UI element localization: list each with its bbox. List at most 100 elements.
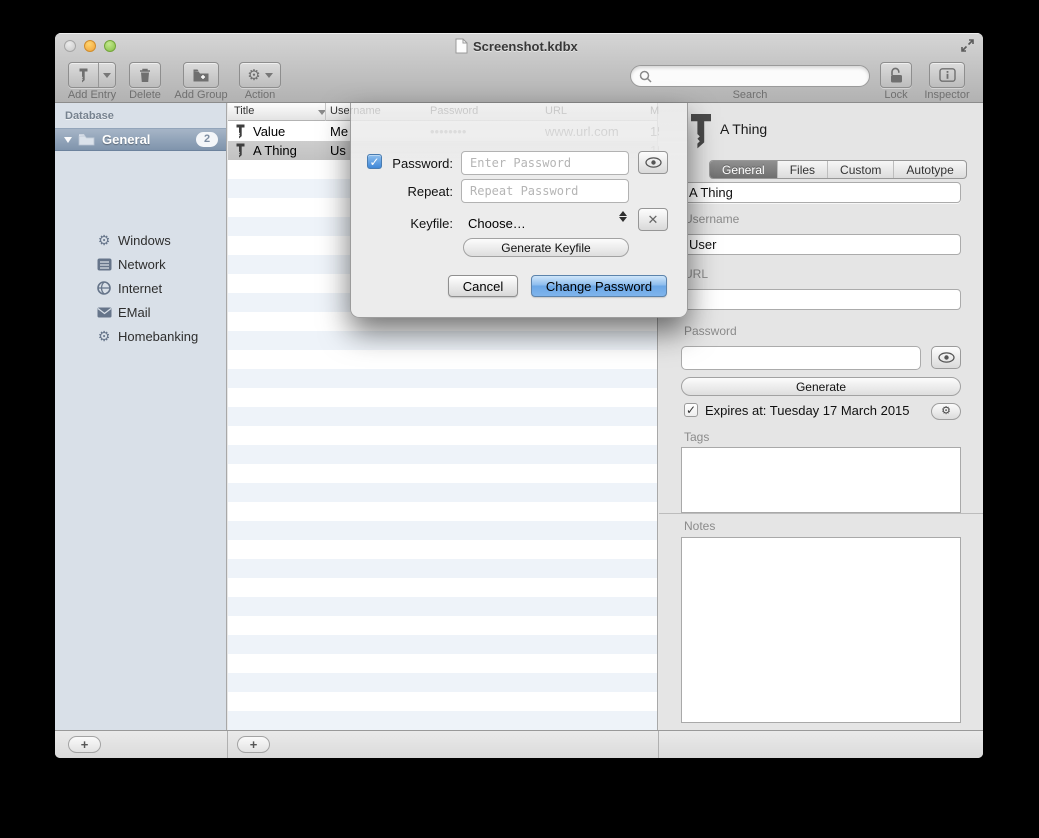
gear-icon: ⚙ [95,329,113,343]
chevron-down-icon [99,73,115,78]
title-input[interactable] [682,183,960,202]
dialog-repeat-label: Repeat: [381,184,453,199]
column-divider[interactable] [325,103,326,121]
dialog-password-field[interactable] [461,151,629,175]
notes-input[interactable] [682,538,960,722]
lock-button[interactable] [880,62,912,88]
dialog-repeat-field[interactable] [461,179,629,203]
globe-icon [95,281,113,295]
search-input[interactable] [657,67,862,85]
column-title[interactable]: Title [234,105,254,117]
titlebar-toolbar: Screenshot.kdbx Add Entry Delete Add Gr [55,33,983,103]
tab-autotype[interactable]: Autotype [893,161,965,178]
eye-icon [645,157,662,168]
document-icon [455,38,468,54]
window-title: Screenshot.kdbx [473,39,578,54]
title-field[interactable] [681,182,961,203]
footer-bar: + + [55,730,983,758]
cancel-button[interactable]: Cancel [448,275,518,297]
folder-icon [78,133,95,146]
username-field[interactable] [681,234,961,255]
url-field[interactable] [681,289,961,310]
search-field[interactable] [630,65,870,87]
keyfile-popup-value[interactable]: Choose… [468,216,526,231]
trash-icon [139,68,151,83]
divider [658,731,659,758]
inspector-panel: A Thing General Files Custom Autotype Us… [659,103,983,730]
gear-icon: ⚙ [247,68,260,83]
notes-label: Notes [684,519,715,533]
add-group-label: Add Group [174,89,227,101]
notes-box[interactable] [681,537,961,723]
dialog-repeat-input[interactable] [462,180,628,202]
password-label: Password [684,324,737,338]
key-icon [69,68,98,83]
sidebar-item-general[interactable]: General 2 [55,128,226,151]
chevron-down-icon [265,73,273,78]
tab-general[interactable]: General [710,161,777,178]
dialog-password-input[interactable] [462,152,628,174]
tab-custom[interactable]: Custom [827,161,893,178]
change-password-dialog: ✓ Password: Repeat: Keyfile: Choose… ✕ G… [350,103,688,318]
sidebar-item-internet[interactable]: Internet [55,276,226,300]
password-field[interactable] [681,346,921,370]
mail-icon [95,307,113,318]
sidebar-item-email[interactable]: EMail [55,300,226,324]
add-group-footer-button[interactable]: + [68,736,101,753]
password-enabled-checkbox[interactable]: ✓ [367,154,382,169]
delete-label: Delete [129,89,161,101]
inspector-label: Inspector [924,89,969,101]
fullscreen-icon[interactable] [960,38,975,53]
expires-label: Expires at: Tuesday 17 March 2015 [705,403,910,418]
section-divider [659,513,983,514]
username-input[interactable] [682,235,960,254]
tags-input[interactable] [682,448,960,512]
expires-checkbox[interactable]: ✓ [684,403,698,417]
add-entry-button[interactable] [68,62,116,88]
clear-keyfile-button[interactable]: ✕ [638,208,668,231]
close-button[interactable] [64,40,76,52]
disclosure-triangle-icon[interactable] [64,137,72,143]
divider [227,731,228,758]
inspector-tabs: General Files Custom Autotype [709,160,967,179]
add-group-button[interactable] [183,62,219,88]
dialog-reveal-password-button[interactable] [638,151,668,174]
sidebar-item-label: Homebanking [118,329,198,344]
change-password-button[interactable]: Change Password [531,275,667,297]
expires-settings-button[interactable]: ⚙ [931,403,961,420]
reveal-password-button[interactable] [931,346,961,369]
lock-open-icon [889,67,904,83]
dialog-keyfile-label: Keyfile: [381,216,453,231]
sidebar-item-network[interactable]: Network [55,252,226,276]
add-entry-footer-button[interactable]: + [237,736,270,753]
action-label: Action [245,89,276,101]
keyfile-stepper-icon[interactable] [619,211,627,222]
key-icon [690,113,712,151]
add-entry-label: Add Entry [68,89,116,101]
inspector-entry-title: A Thing [720,121,767,137]
sidebar-group-label: General [102,132,150,147]
url-input[interactable] [682,290,960,309]
eye-icon [938,352,955,363]
password-input[interactable] [682,347,920,369]
generate-keyfile-button[interactable]: Generate Keyfile [463,238,629,257]
inspector-button[interactable] [929,62,965,88]
close-icon: ✕ [648,212,659,228]
zoom-button[interactable] [104,40,116,52]
generate-password-button[interactable]: Generate [681,377,961,396]
search-label: Search [733,89,768,101]
app-window: Screenshot.kdbx Add Entry Delete Add Gr [55,33,983,758]
tab-files[interactable]: Files [777,161,827,178]
minimize-button[interactable] [84,40,96,52]
sidebar-item-label: Network [118,257,166,272]
sidebar-item-homebanking[interactable]: ⚙ Homebanking [55,324,226,348]
tags-box[interactable] [681,447,961,513]
sidebar-item-label: Windows [118,233,171,248]
action-button[interactable]: ⚙ [239,62,281,88]
dialog-password-label: Password: [381,156,453,171]
sidebar-item-label: EMail [118,305,151,320]
delete-button[interactable] [129,62,161,88]
server-icon [95,258,113,271]
sidebar-item-windows[interactable]: ⚙ Windows [55,228,226,252]
username-label: Username [684,212,739,226]
